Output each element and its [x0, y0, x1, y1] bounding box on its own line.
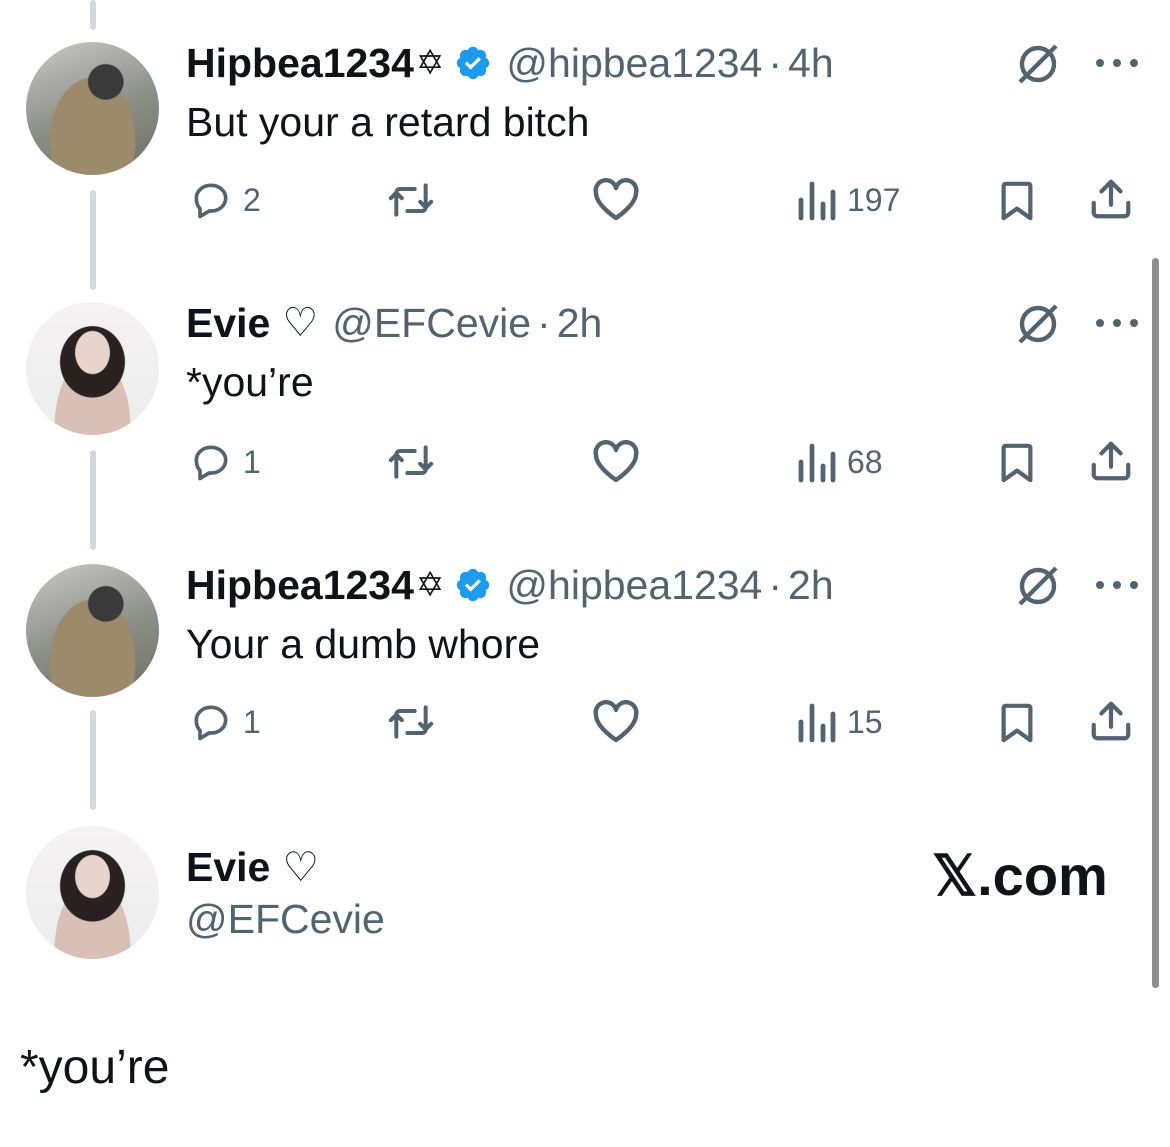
like-button[interactable]	[592, 178, 640, 222]
avatar[interactable]	[26, 826, 159, 959]
bookmark-icon[interactable]	[998, 180, 1036, 222]
reply-icon	[194, 705, 228, 741]
name-symbol: ♡	[282, 844, 320, 890]
display-name[interactable]: Hipbea1234	[186, 38, 414, 88]
like-button[interactable]	[592, 700, 640, 744]
main-tweet-header: Evie ♡	[186, 842, 319, 892]
like-button[interactable]	[592, 440, 640, 484]
retweet-icon	[388, 705, 434, 739]
more-icon[interactable]	[1094, 316, 1140, 330]
tweet[interactable]: Hipbea1234 ✡ @hipbea1234 · 2h Your a dum…	[0, 522, 1170, 782]
name-symbol: ✡	[415, 566, 445, 604]
view-count: 68	[847, 443, 883, 480]
timestamp[interactable]: 2h	[557, 298, 603, 348]
view-count: 197	[847, 181, 901, 218]
more-icon[interactable]	[1094, 56, 1140, 70]
views-icon	[798, 703, 836, 743]
timestamp[interactable]: 2h	[788, 560, 834, 610]
grok-icon[interactable]	[1014, 300, 1062, 348]
like-icon	[593, 178, 639, 221]
tweet[interactable]: Hipbea1234 ✡ @hipbea1234 · 4h But your a…	[0, 0, 1170, 260]
main-tweet-text: *you’re	[20, 1041, 170, 1094]
name-symbol: ♡	[282, 301, 319, 345]
x-logo-text: 𝕏.com	[932, 844, 1108, 907]
reply-icon	[194, 183, 228, 219]
display-name[interactable]: Evie	[186, 842, 270, 892]
reply-count: 1	[243, 443, 261, 480]
views-icon	[798, 443, 836, 483]
tweet-text: But your a retard bitch	[186, 99, 590, 145]
like-icon	[593, 700, 639, 743]
bookmark-icon[interactable]	[998, 702, 1036, 744]
reply-count: 2	[243, 181, 261, 218]
reply-icon	[194, 445, 228, 481]
tweet-text: Your a dumb whore	[186, 621, 541, 667]
display-name[interactable]: Hipbea1234	[186, 560, 414, 610]
like-icon	[593, 440, 639, 483]
avatar[interactable]	[26, 564, 159, 697]
tweet[interactable]: Evie ♡ @EFCevie · 2h *you’re 1 68	[0, 260, 1170, 522]
user-handle[interactable]: @hipbea1234	[506, 38, 762, 88]
reply-button[interactable]: 1	[189, 700, 261, 744]
scrollbar[interactable]	[1152, 258, 1159, 988]
reply-button[interactable]: 1	[189, 440, 261, 484]
reply-count: 1	[243, 703, 261, 740]
retweet-button[interactable]	[385, 178, 437, 222]
display-name[interactable]: Evie	[186, 298, 270, 348]
view-count: 15	[847, 703, 883, 740]
user-handle[interactable]: @EFCevie	[186, 894, 385, 944]
share-icon[interactable]	[1088, 176, 1134, 222]
avatar[interactable]	[26, 302, 159, 435]
reply-button[interactable]: 2	[189, 178, 261, 222]
grok-icon[interactable]	[1014, 40, 1062, 88]
verified-icon	[457, 568, 490, 602]
views-icon	[798, 181, 836, 221]
views-button[interactable]: 68	[797, 440, 883, 484]
more-icon[interactable]	[1094, 578, 1140, 592]
views-button[interactable]: 197	[797, 178, 900, 222]
avatar[interactable]	[26, 42, 159, 175]
separator: ·	[768, 40, 783, 86]
tweet-text: *you’re	[186, 359, 314, 405]
retweet-button[interactable]	[385, 700, 437, 744]
retweet-icon	[388, 445, 434, 479]
bookmark-icon[interactable]	[998, 442, 1036, 484]
tweet-header: Hipbea1234 ✡ @hipbea1234 · 2h	[186, 560, 834, 610]
name-symbol: ✡	[415, 44, 445, 82]
share-icon[interactable]	[1088, 438, 1134, 484]
user-handle[interactable]: @hipbea1234	[506, 560, 762, 610]
retweet-button[interactable]	[385, 440, 437, 484]
separator: ·	[537, 300, 551, 346]
user-handle[interactable]: @EFCevie	[332, 298, 531, 348]
verified-icon	[457, 46, 490, 80]
tweet-header: Hipbea1234 ✡ @hipbea1234 · 4h	[186, 38, 834, 88]
tweet-header: Evie ♡ @EFCevie · 2h	[186, 298, 602, 348]
views-button[interactable]: 15	[797, 700, 883, 744]
grok-icon[interactable]	[1014, 562, 1062, 610]
share-icon[interactable]	[1088, 698, 1134, 744]
retweet-icon	[388, 183, 434, 217]
timestamp[interactable]: 4h	[788, 38, 834, 88]
separator: ·	[768, 562, 783, 608]
